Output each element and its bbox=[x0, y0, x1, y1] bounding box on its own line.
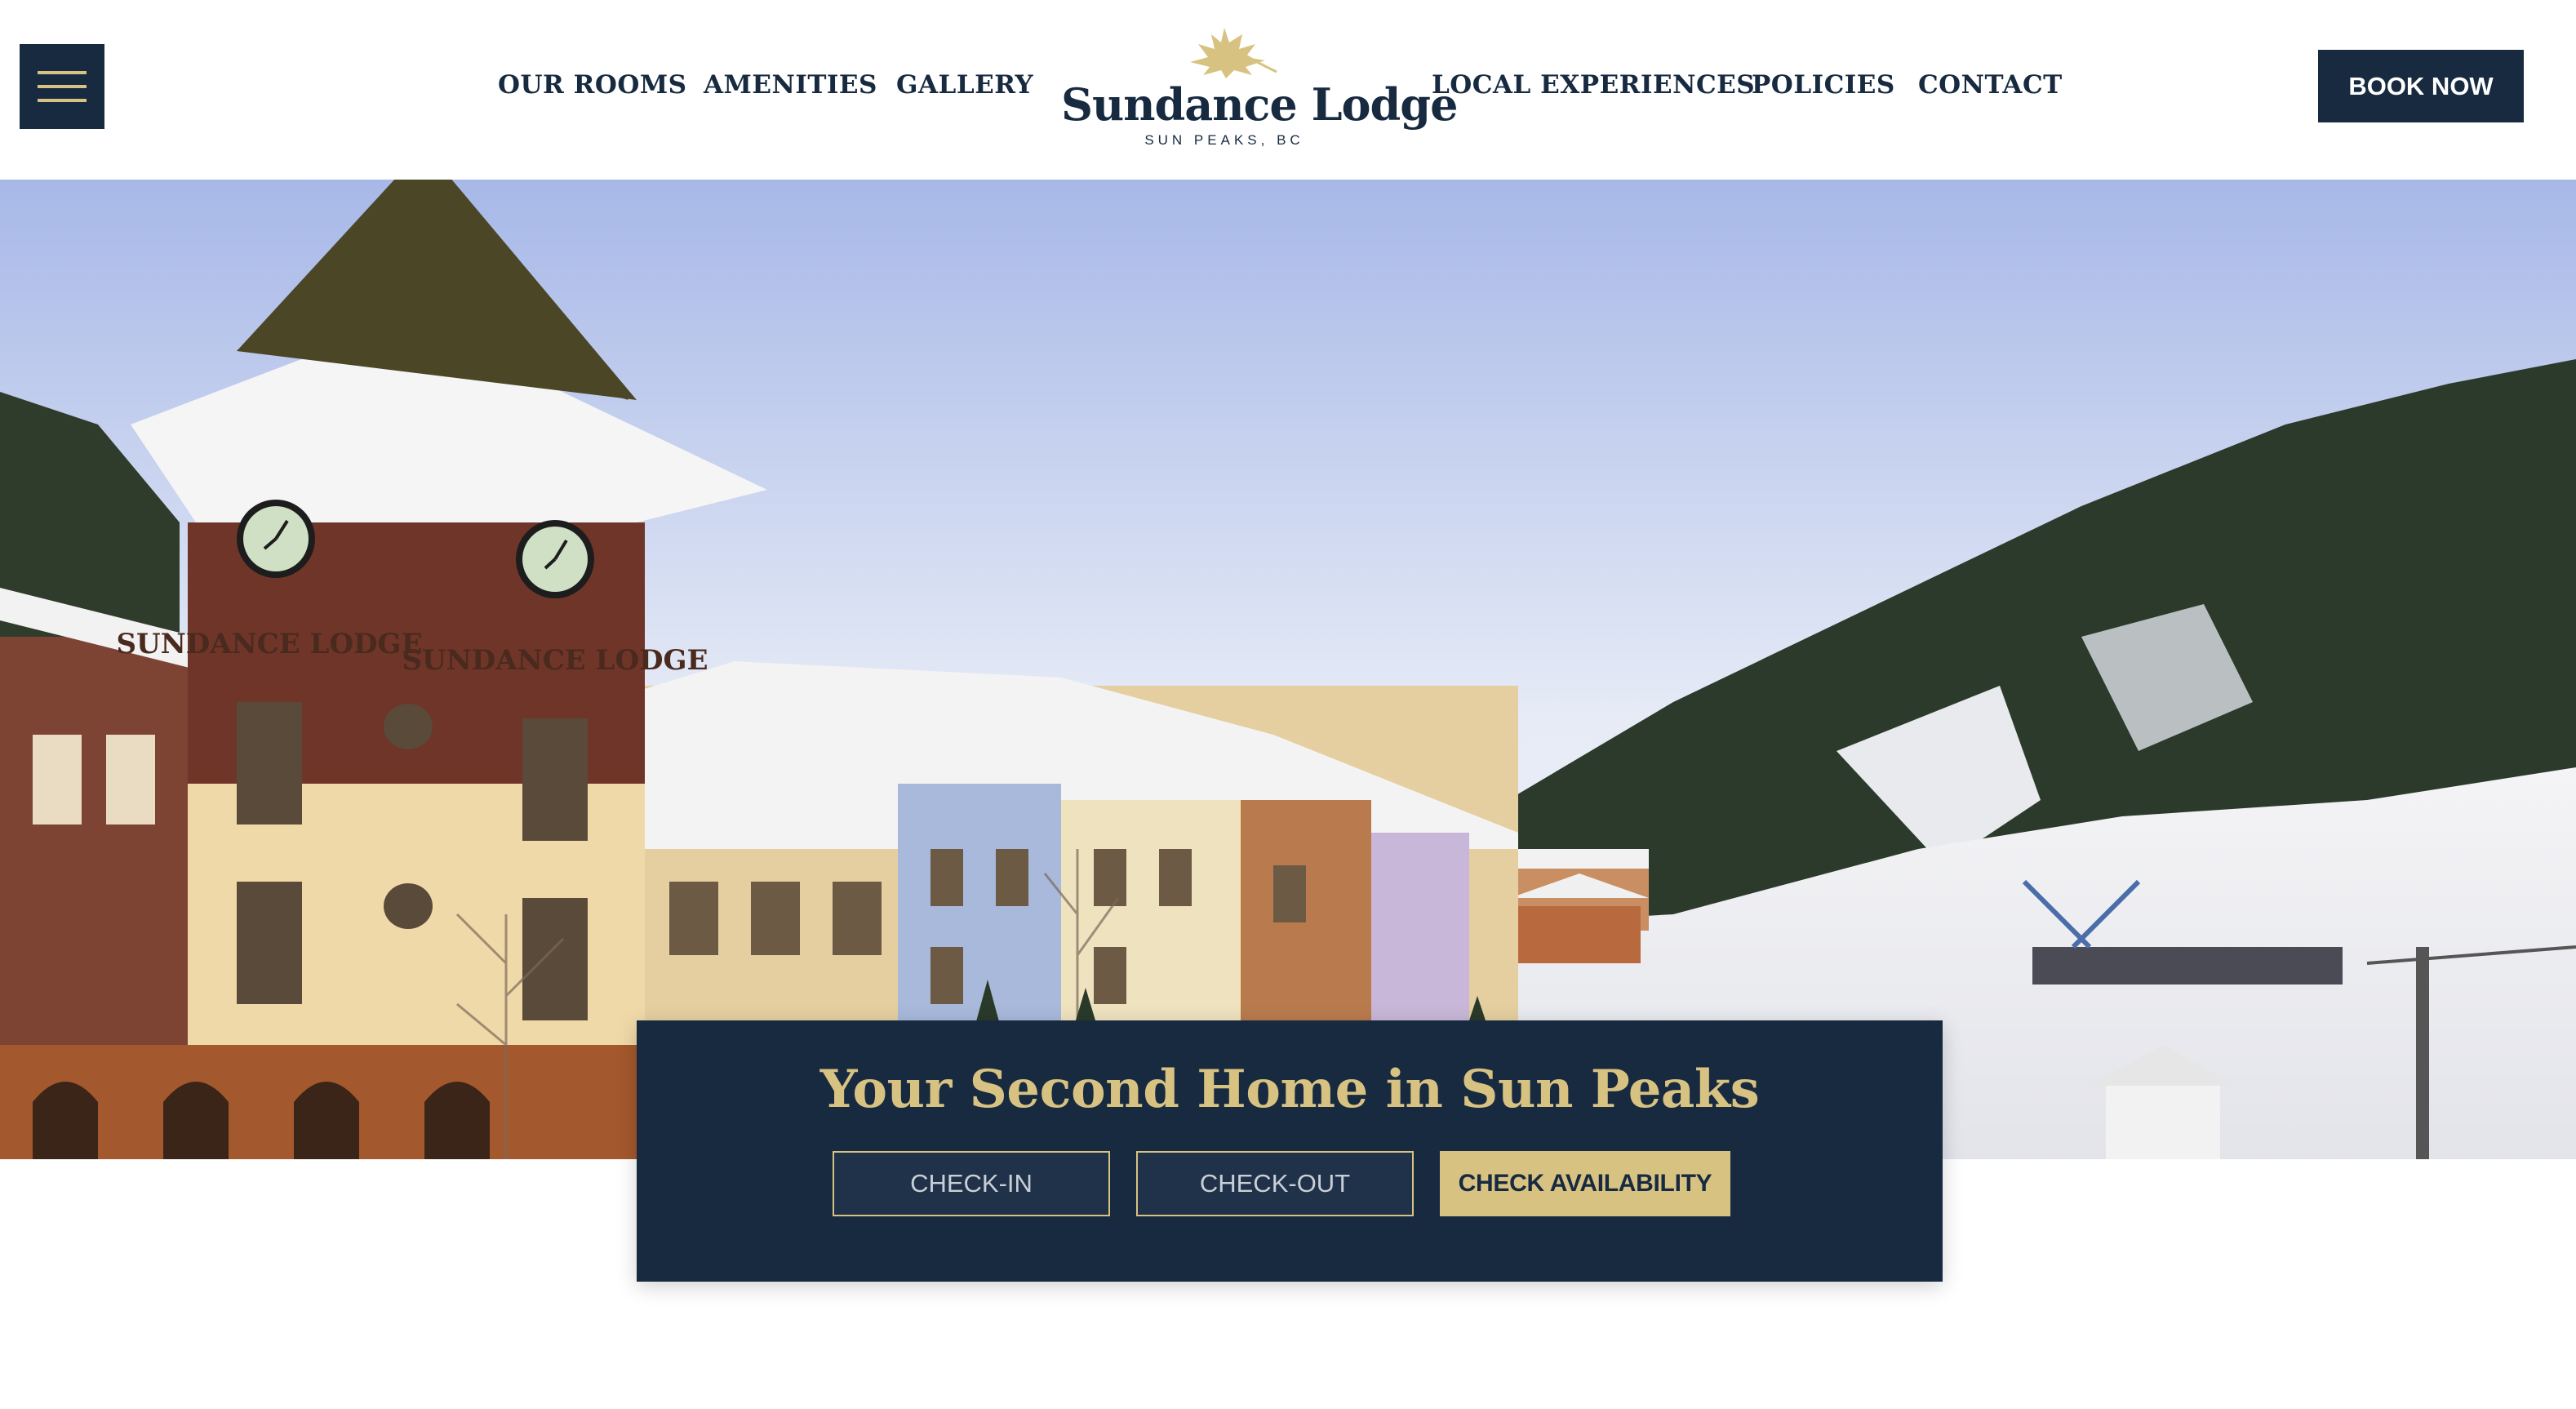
checkin-field[interactable] bbox=[833, 1151, 1110, 1216]
check-availability-button[interactable]: CHECK AVAILABILITY bbox=[1440, 1151, 1730, 1216]
book-now-button[interactable]: BOOK NOW bbox=[2318, 50, 2524, 122]
site-logo[interactable]: Sundance Lodge SUN PEAKS, BC bbox=[1061, 20, 1458, 158]
brand-location: SUN PEAKS, BC bbox=[1144, 132, 1304, 148]
menu-bar bbox=[38, 71, 87, 74]
hero-image: SUNDANCE LODGE SUNDANCE LODGE bbox=[0, 180, 2576, 1159]
booking-panel: Your Second Home in Sun Peaks CHECK AVAI… bbox=[637, 1020, 1943, 1282]
menu-bar bbox=[38, 99, 87, 102]
checkout-field[interactable] bbox=[1136, 1151, 1414, 1216]
ski-village-photo: SUNDANCE LODGE SUNDANCE LODGE bbox=[0, 180, 2576, 1159]
nav-gallery[interactable]: GALLERY bbox=[896, 69, 1033, 101]
brand-name: Sundance Lodge bbox=[1061, 78, 1458, 131]
hamburger-menu-icon[interactable] bbox=[20, 44, 104, 129]
tower-sign-1: SUNDANCE LODGE bbox=[117, 628, 423, 660]
maple-leaf-icon bbox=[1190, 28, 1277, 78]
nav-our-rooms[interactable]: OUR ROOMS bbox=[498, 69, 687, 101]
menu-bar bbox=[38, 85, 87, 88]
nav-local-experiences[interactable]: LOCAL EXPERIENCES bbox=[1432, 69, 1755, 101]
nav-contact[interactable]: CONTACT bbox=[1918, 69, 2063, 101]
nav-policies[interactable]: POLICIES bbox=[1752, 69, 1895, 101]
nav-amenities[interactable]: AMENITIES bbox=[704, 69, 877, 101]
site-header: OUR ROOMS AMENITIES GALLERY Sundance Lod… bbox=[0, 0, 2576, 180]
tower-sign-2: SUNDANCE LODGE bbox=[402, 644, 708, 677]
booking-title: Your Second Home in Sun Peaks bbox=[819, 1059, 1760, 1120]
